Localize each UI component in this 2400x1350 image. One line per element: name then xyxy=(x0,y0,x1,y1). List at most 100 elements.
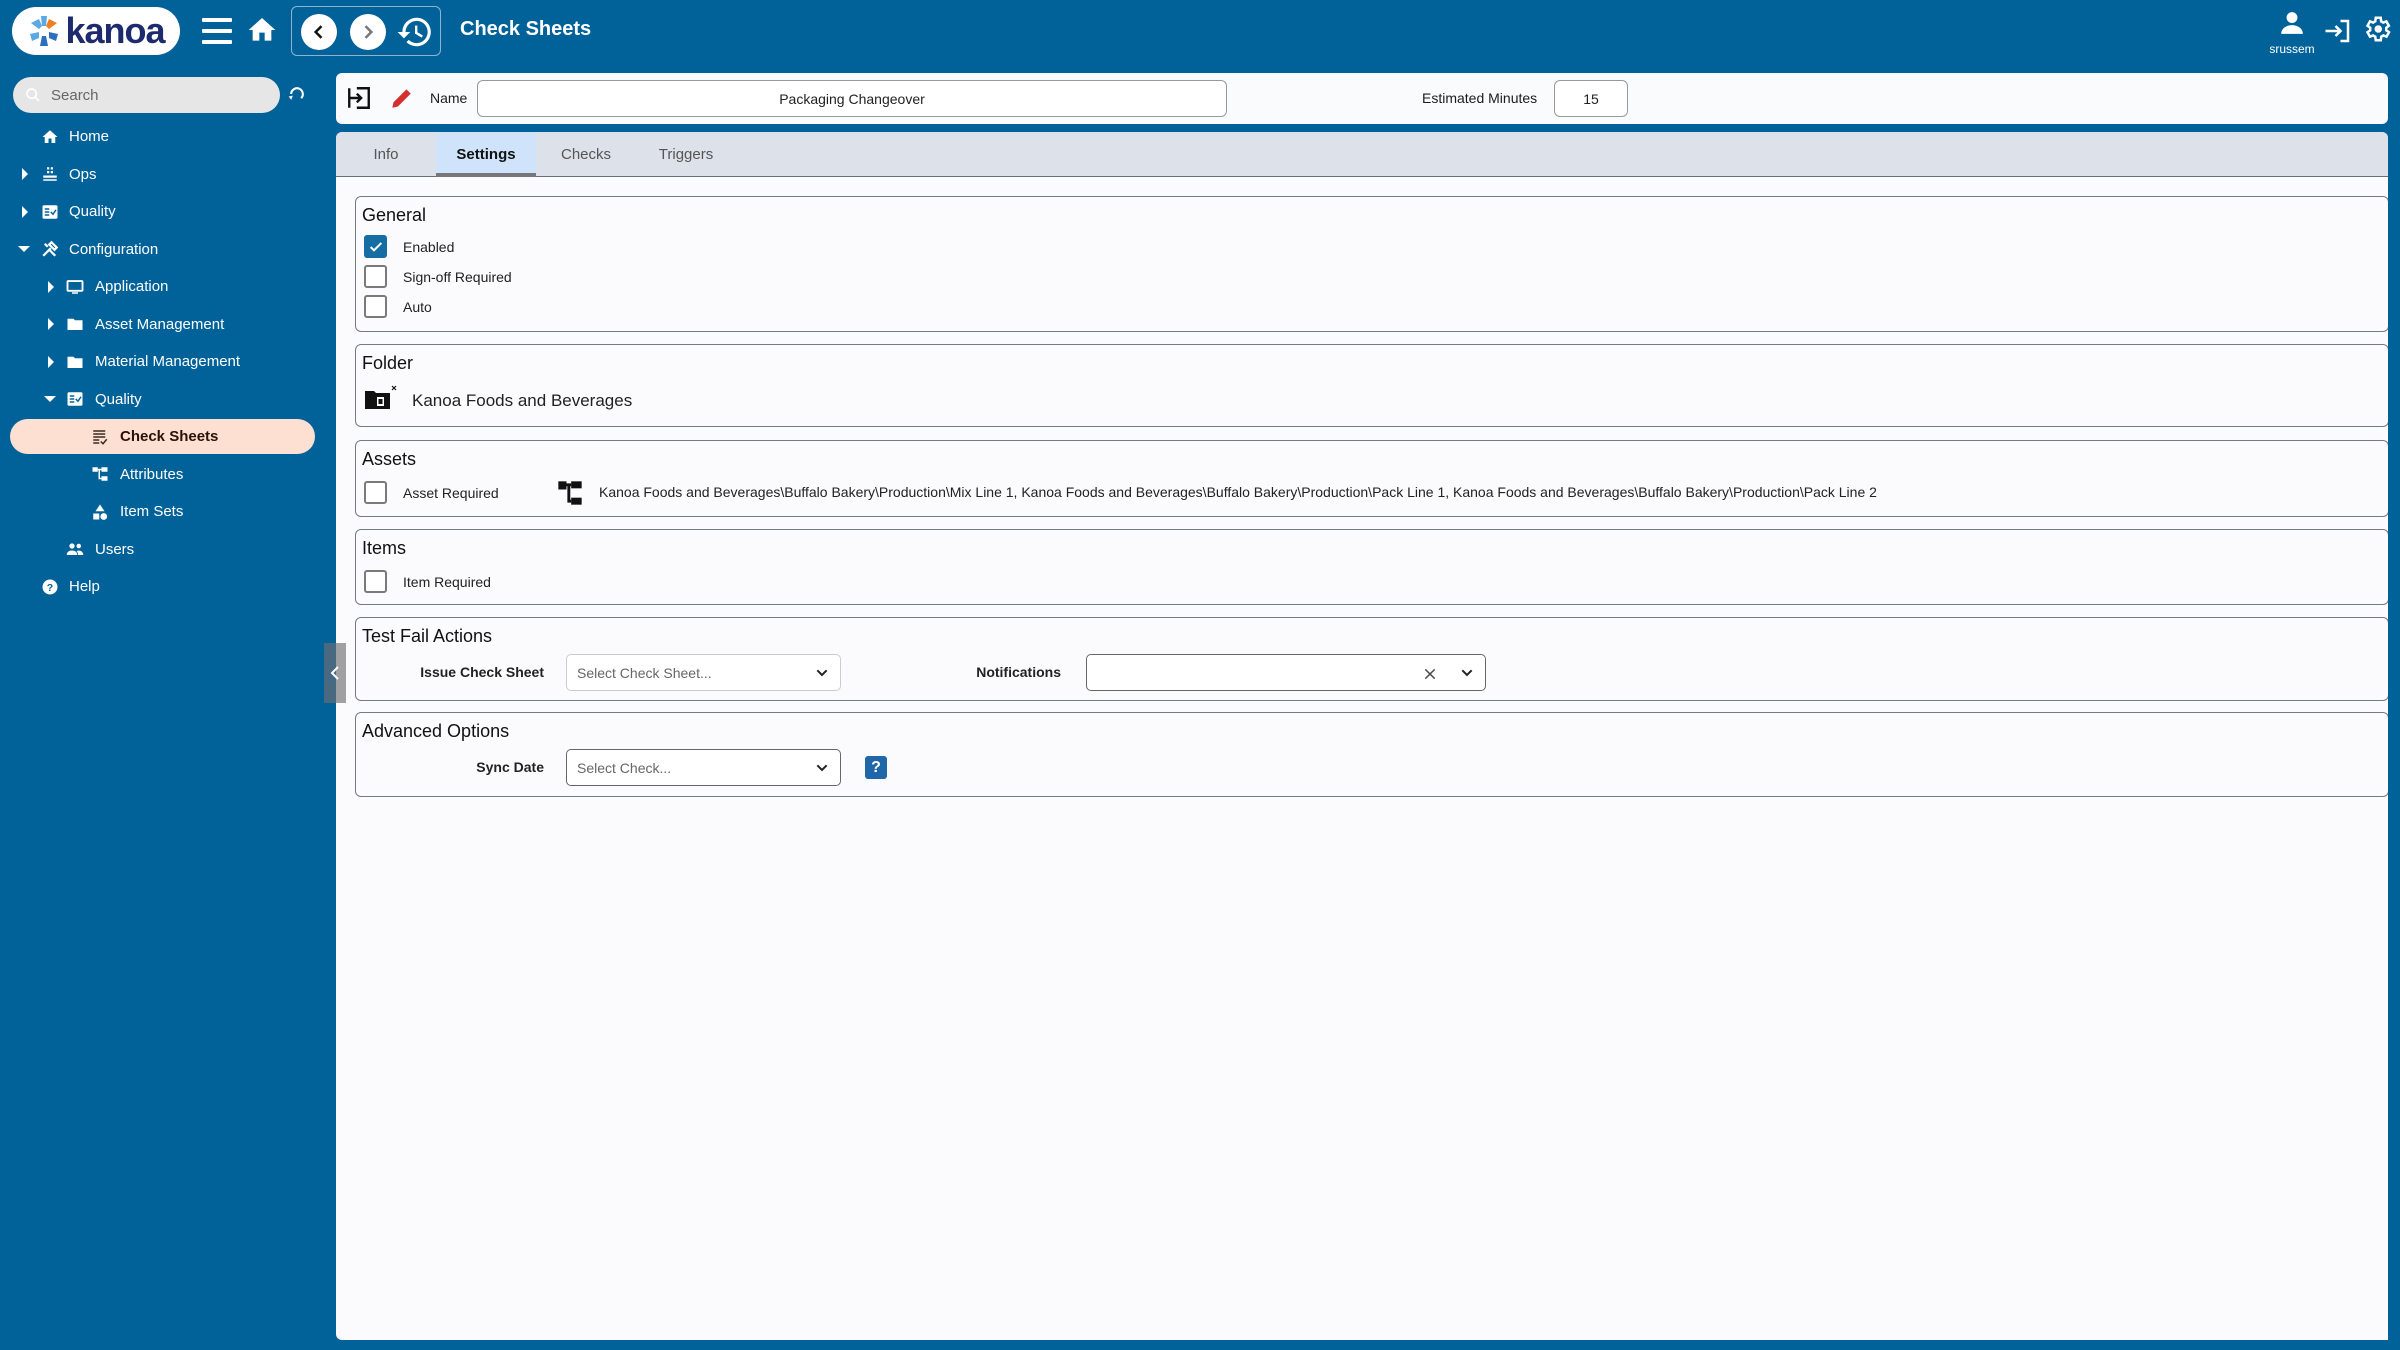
sync-nav-button[interactable] xyxy=(286,84,310,106)
home-button[interactable] xyxy=(246,14,278,46)
collapse-sidebar-button[interactable] xyxy=(324,643,346,703)
folder-picker-button[interactable] xyxy=(364,385,398,413)
chevron-down-icon xyxy=(816,669,828,677)
tab-checks[interactable]: Checks xyxy=(536,132,636,176)
expand-caret-icon[interactable] xyxy=(48,355,54,368)
chevron-right-icon xyxy=(364,25,374,39)
checkbox-label: Item Required xyxy=(403,573,491,590)
open-button[interactable] xyxy=(346,85,372,111)
estimated-minutes-input[interactable] xyxy=(1554,80,1628,117)
chevron-left-icon xyxy=(313,25,323,39)
forward-button[interactable] xyxy=(350,14,386,50)
asset-hierarchy-icon xyxy=(558,481,582,505)
issue-check-sheet-select[interactable]: Select Check Sheet... xyxy=(566,654,841,691)
menu-bar xyxy=(202,18,232,22)
issue-check-sheet-label: Issue Check Sheet xyxy=(420,664,544,680)
chevron-down-icon xyxy=(816,764,828,772)
logout-button[interactable] xyxy=(2322,16,2354,46)
sidebar-item-material-management[interactable]: Material Management xyxy=(0,343,330,381)
edit-button[interactable] xyxy=(388,85,414,111)
expand-caret-icon[interactable] xyxy=(22,205,28,218)
sidebar-item-home[interactable]: Home xyxy=(0,118,330,156)
user-menu[interactable]: srussem xyxy=(2266,10,2318,56)
app-header: kanoa Check Sheets srussem xyxy=(0,0,2400,66)
select-placeholder: Select Check... xyxy=(577,759,672,776)
folder-document-icon xyxy=(365,385,397,409)
signoff-checkbox-row[interactable]: Sign-off Required xyxy=(364,265,512,288)
section-title: Assets xyxy=(362,449,417,469)
sidebar-item-configuration[interactable]: Configuration xyxy=(0,231,330,269)
checklist-icon xyxy=(40,202,60,222)
sidebar-item-application[interactable]: Application xyxy=(0,268,330,306)
tab-triggers[interactable]: Triggers xyxy=(636,132,736,176)
expand-caret-icon[interactable] xyxy=(48,280,54,293)
home-icon xyxy=(248,18,276,41)
collapse-caret-icon[interactable] xyxy=(44,396,56,403)
sidebar-item-label: Users xyxy=(95,540,135,558)
name-input[interactable] xyxy=(477,80,1227,117)
clear-icon[interactable] xyxy=(1423,667,1437,681)
sidebar-nav: Home Ops Quality Configuration Applicati… xyxy=(0,118,330,606)
folder-value: Kanoa Foods and Beverages xyxy=(412,391,633,410)
menu-bar xyxy=(202,40,232,44)
assets-value: Kanoa Foods and Beverages\Buffalo Bakery… xyxy=(599,484,1877,500)
section-title: General xyxy=(362,205,427,225)
tab-bar: Info Settings Checks Triggers xyxy=(336,132,2388,177)
item-required-checkbox[interactable] xyxy=(364,570,387,593)
collapse-caret-icon[interactable] xyxy=(18,246,30,253)
kanoa-logo[interactable]: kanoa xyxy=(12,7,180,55)
sidebar-item-users[interactable]: Users xyxy=(0,531,330,569)
enabled-checkbox-row[interactable]: Enabled xyxy=(364,235,454,258)
sidebar-item-quality[interactable]: Quality xyxy=(0,193,330,231)
sidebar-item-label: Home xyxy=(69,128,110,146)
history-button[interactable] xyxy=(396,13,434,51)
gear-icon xyxy=(2365,16,2391,42)
chevron-down-icon xyxy=(1461,669,1473,677)
conveyor-icon xyxy=(40,164,60,184)
search-input[interactable] xyxy=(51,86,251,104)
sidebar-item-ops[interactable]: Ops xyxy=(0,156,330,194)
sidebar-item-config-quality[interactable]: Quality xyxy=(0,381,330,419)
enabled-checkbox[interactable] xyxy=(364,235,387,258)
test-fail-actions-section: Test Fail Actions Issue Check Sheet Sele… xyxy=(355,617,2388,701)
settings-panel: Info Settings Checks Triggers General En… xyxy=(336,132,2388,1340)
logo-text: kanoa xyxy=(65,10,165,51)
sidebar-item-asset-management[interactable]: Asset Management xyxy=(0,306,330,344)
select-placeholder: Select Check Sheet... xyxy=(577,664,712,681)
svg-text:?: ? xyxy=(47,582,53,594)
page-title: Check Sheets xyxy=(460,18,592,40)
history-nav-group xyxy=(291,6,441,56)
checkbox-label: Enabled xyxy=(403,238,455,255)
sidebar-item-attributes[interactable]: Attributes xyxy=(0,456,330,494)
item-required-checkbox-row[interactable]: Item Required xyxy=(364,570,491,593)
signoff-required-checkbox[interactable] xyxy=(364,265,387,288)
expand-caret-icon[interactable] xyxy=(22,168,28,181)
expand-caret-icon[interactable] xyxy=(48,318,54,331)
sync-date-select[interactable]: Select Check... xyxy=(566,749,841,786)
sidebar-item-item-sets[interactable]: Item Sets xyxy=(0,493,330,531)
hierarchy-icon xyxy=(90,464,110,484)
auto-checkbox-row[interactable]: Auto xyxy=(364,295,432,318)
sync-date-help-button[interactable]: ? xyxy=(865,756,887,779)
folder-section: Folder Kanoa Foods and Beverages xyxy=(355,344,2388,427)
kanoa-star-icon xyxy=(30,16,59,46)
settings-button[interactable] xyxy=(2362,14,2394,48)
asset-required-checkbox-row[interactable]: Asset Required xyxy=(364,481,499,504)
asset-required-checkbox[interactable] xyxy=(364,481,387,504)
tab-settings[interactable]: Settings xyxy=(436,132,536,177)
back-button[interactable] xyxy=(301,14,337,50)
folder-icon xyxy=(65,314,85,334)
sync-icon xyxy=(288,87,304,100)
sidebar-item-label: Quality xyxy=(69,203,116,221)
search-box xyxy=(13,77,280,113)
sidebar-item-check-sheets[interactable]: Check Sheets xyxy=(0,418,330,456)
checkmark-icon xyxy=(369,241,382,252)
asset-picker-button[interactable] xyxy=(556,479,584,507)
auto-checkbox[interactable] xyxy=(364,295,387,318)
notifications-select[interactable] xyxy=(1086,654,1486,691)
tab-info[interactable]: Info xyxy=(336,132,436,176)
sidebar-item-help[interactable]: ? Help xyxy=(0,568,330,606)
menu-button[interactable] xyxy=(202,18,232,44)
users-icon xyxy=(65,539,85,559)
sidebar-item-label: Help xyxy=(69,578,100,596)
